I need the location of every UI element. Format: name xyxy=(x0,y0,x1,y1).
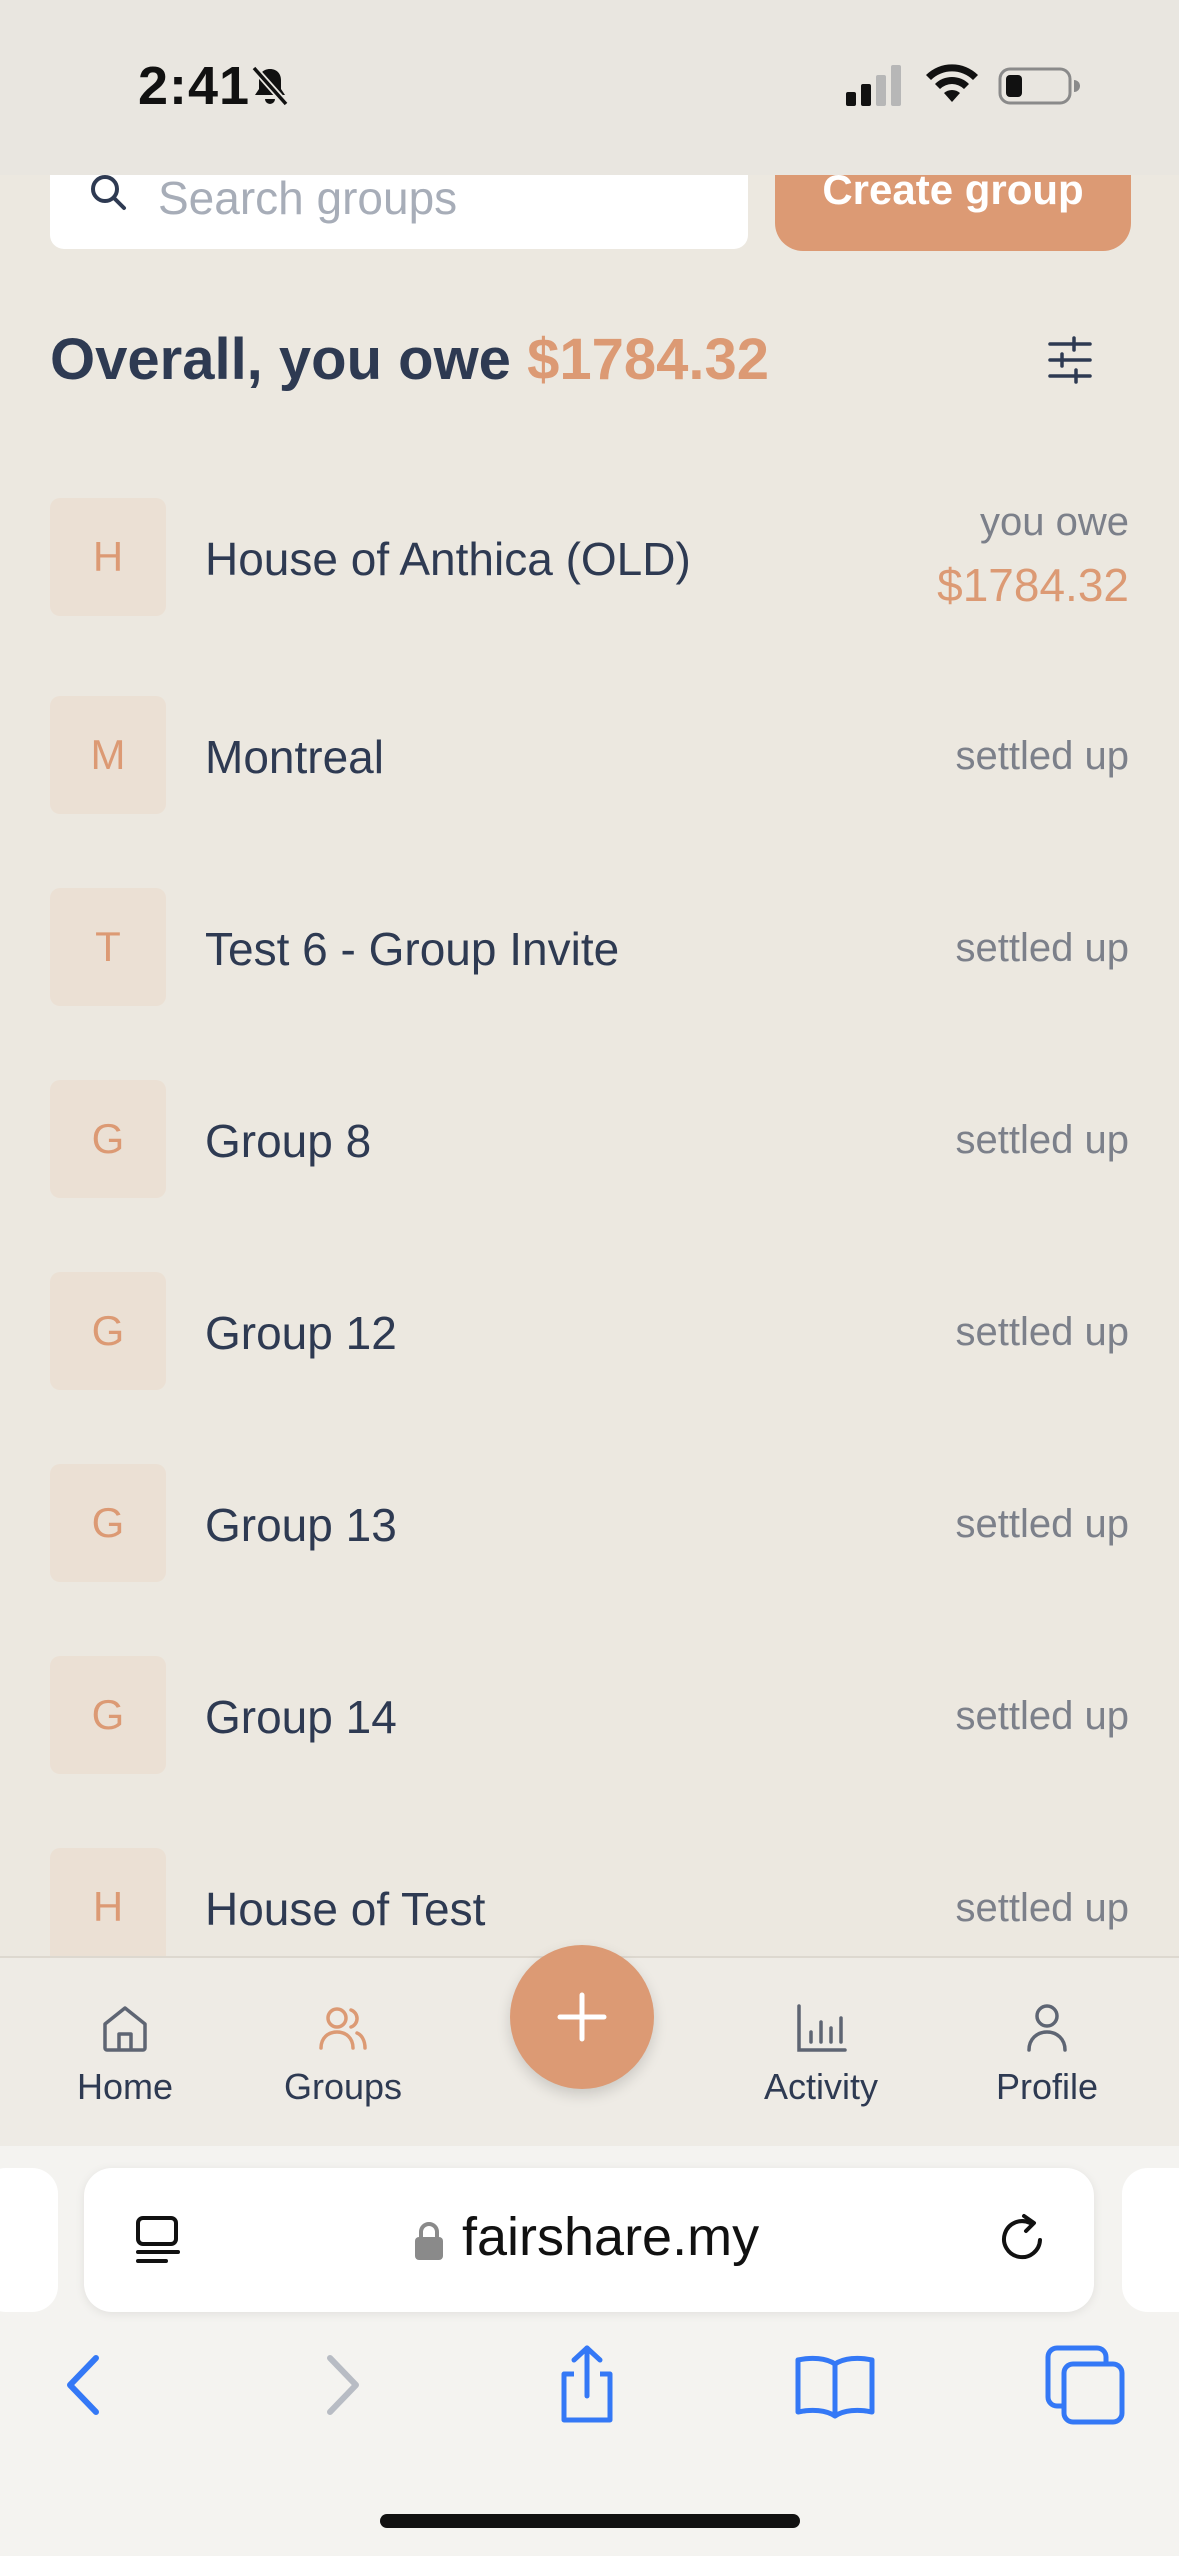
group-avatar: H xyxy=(50,498,166,616)
group-status: settled up xyxy=(955,1118,1129,1162)
bar-chart-icon xyxy=(797,2004,847,2052)
create-group-button[interactable]: Create group xyxy=(775,169,1131,251)
address-bar[interactable]: fairshare.my xyxy=(84,2168,1094,2312)
nav-home[interactable]: Home xyxy=(50,1958,200,2148)
group-row[interactable]: G Group 12 settled up xyxy=(0,1234,1179,1426)
home-indicator xyxy=(380,2514,800,2528)
wifi-icon xyxy=(926,64,978,102)
search-input[interactable]: Search groups xyxy=(50,172,748,249)
group-avatar: H xyxy=(50,1848,166,1956)
url-text: fairshare.my xyxy=(462,2207,760,2267)
tabs-icon[interactable] xyxy=(1040,2340,1130,2430)
group-name: Test 6 - Group Invite xyxy=(205,923,620,975)
group-row[interactable]: G Group 13 settled up xyxy=(0,1426,1179,1618)
home-icon xyxy=(103,2006,147,2052)
next-tab-preview[interactable] xyxy=(1122,2168,1179,2312)
status-bar: 2:41 xyxy=(0,0,1179,175)
overall-amount: $1784.32 xyxy=(527,327,769,392)
group-avatar: G xyxy=(50,1272,166,1390)
group-row[interactable]: H House of Test settled up xyxy=(0,1810,1179,1956)
group-status: settled up xyxy=(955,1502,1129,1546)
group-row[interactable]: H House of Anthica (OLD) you owe $1784.3… xyxy=(0,460,1179,652)
cellular-signal-icon xyxy=(846,65,901,106)
group-row[interactable]: G Group 14 settled up xyxy=(0,1618,1179,1810)
plus-icon xyxy=(557,1992,607,2042)
group-avatar: G xyxy=(50,1464,166,1582)
group-status: settled up xyxy=(955,1694,1129,1738)
group-avatar: M xyxy=(50,696,166,814)
group-amount: $1784.32 xyxy=(937,559,1129,611)
search-placeholder: Search groups xyxy=(158,172,458,224)
nav-home-label: Home xyxy=(76,2066,174,2107)
group-avatar: G xyxy=(50,1656,166,1774)
group-row[interactable]: G Group 8 settled up xyxy=(0,1042,1179,1234)
page-menu-icon[interactable] xyxy=(128,2208,190,2270)
search-icon xyxy=(91,175,126,210)
group-status: settled up xyxy=(955,1310,1129,1354)
back-icon[interactable] xyxy=(40,2340,130,2430)
nav-groups-label: Groups xyxy=(283,2066,403,2107)
bell-slash-icon xyxy=(251,65,289,107)
share-icon[interactable] xyxy=(542,2340,632,2430)
users-icon xyxy=(319,2007,367,2050)
reload-icon[interactable] xyxy=(994,2210,1052,2268)
user-icon xyxy=(1027,2004,1067,2052)
group-avatar: T xyxy=(50,888,166,1006)
group-status: you owe xyxy=(980,500,1129,544)
group-list: H House of Anthica (OLD) you owe $1784.3… xyxy=(0,460,1179,1956)
group-name: House of Anthica (OLD) xyxy=(205,533,691,585)
previous-tab-preview[interactable] xyxy=(0,2168,58,2312)
filter-sliders-icon[interactable] xyxy=(1044,334,1096,386)
group-name: Group 14 xyxy=(205,1691,397,1743)
bookmarks-icon[interactable] xyxy=(790,2340,880,2430)
group-row[interactable]: M Montreal settled up xyxy=(0,658,1179,850)
forward-icon[interactable] xyxy=(296,2340,386,2430)
group-name: Montreal xyxy=(205,731,384,783)
group-status: settled up xyxy=(955,1886,1129,1930)
group-name: Group 12 xyxy=(205,1307,397,1359)
status-time: 2:41 xyxy=(138,56,251,116)
add-expense-button[interactable] xyxy=(510,1945,654,2089)
create-group-label: Create group xyxy=(822,166,1084,213)
nav-groups[interactable]: Groups xyxy=(262,1958,424,2148)
group-status: settled up xyxy=(955,734,1129,778)
group-row[interactable]: T Test 6 - Group Invite settled up xyxy=(0,850,1179,1042)
lock-icon xyxy=(415,2222,443,2260)
overall-balance: Overall, you owe $1784.32 xyxy=(50,326,769,393)
group-name: Group 8 xyxy=(205,1115,372,1167)
nav-activity[interactable]: Activity xyxy=(748,1958,894,2148)
nav-profile-label: Profile xyxy=(995,2066,1099,2107)
overall-prefix: Overall, you owe xyxy=(50,327,511,392)
group-avatar: G xyxy=(50,1080,166,1198)
nav-activity-label: Activity xyxy=(763,2066,878,2107)
nav-profile[interactable]: Profile xyxy=(980,1958,1114,2148)
group-status: settled up xyxy=(955,926,1129,970)
group-name: House of Test xyxy=(205,1883,486,1935)
battery-icon xyxy=(998,67,1080,105)
group-name: Group 13 xyxy=(205,1499,397,1551)
